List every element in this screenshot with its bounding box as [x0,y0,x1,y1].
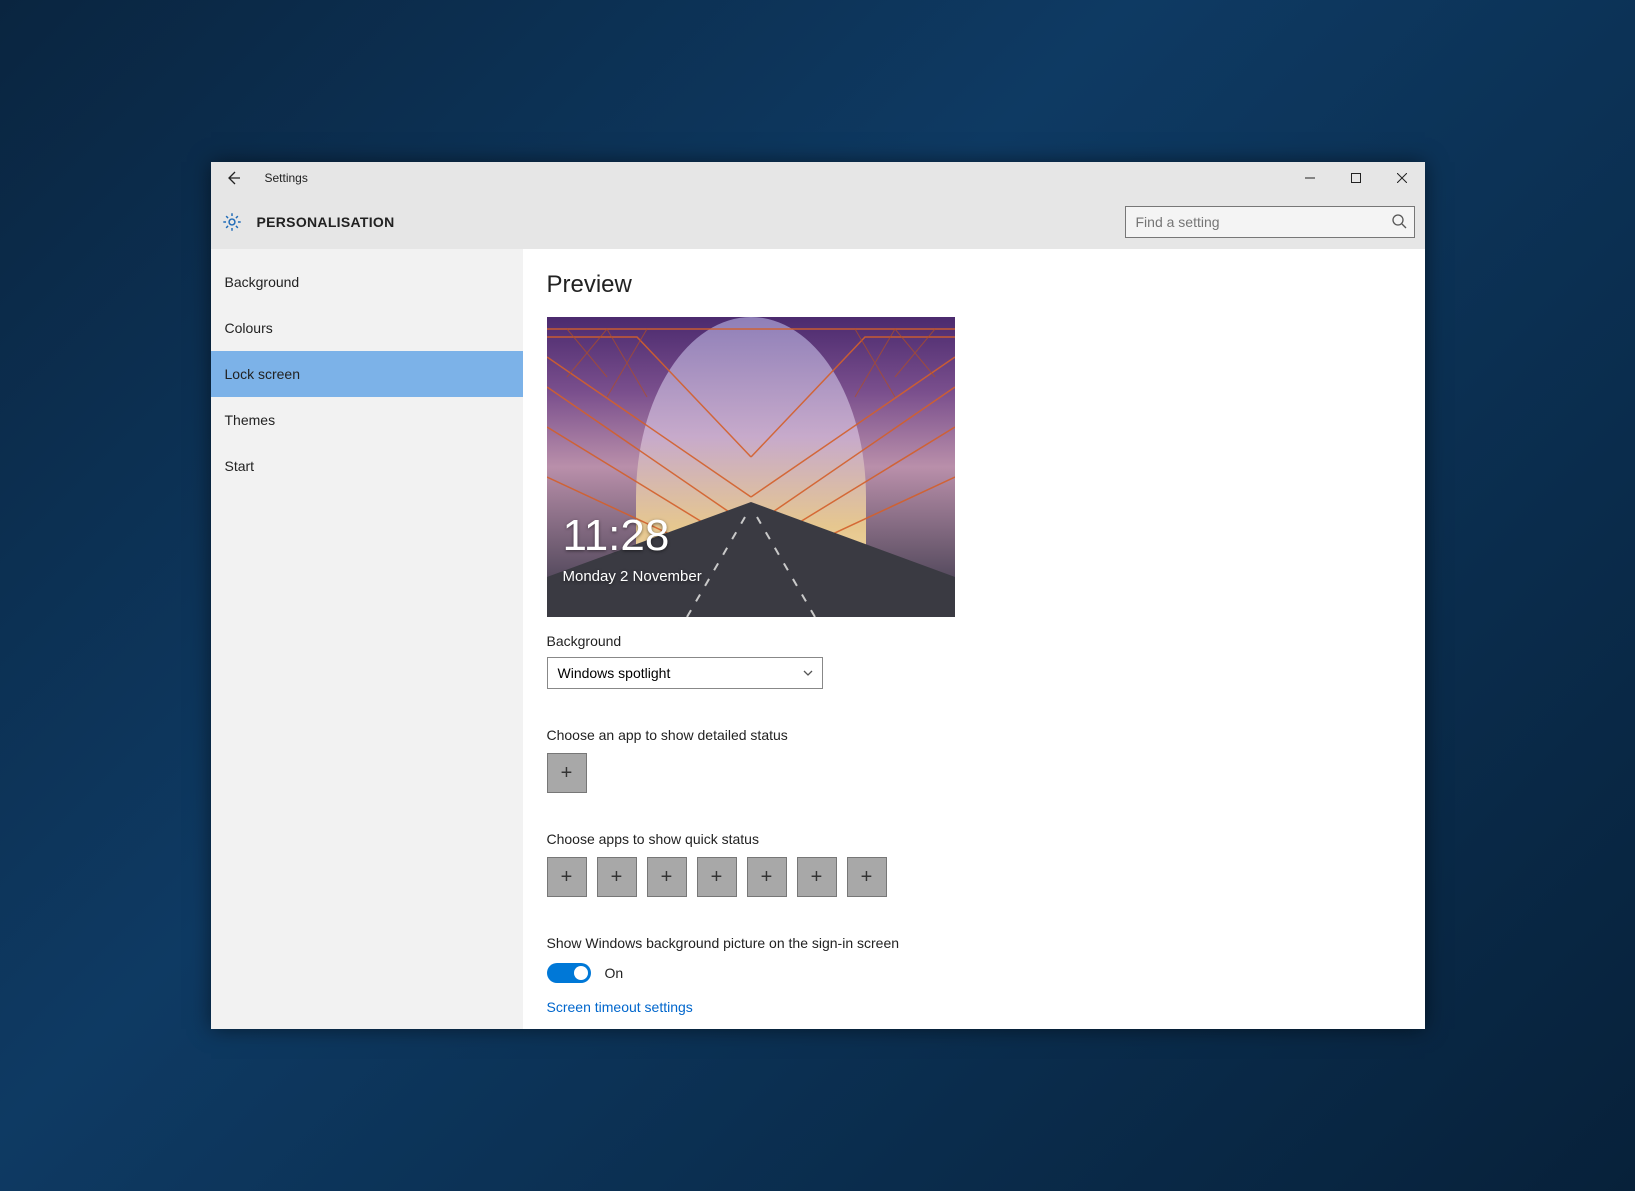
window-controls [1287,162,1425,194]
sidebar-item-themes[interactable]: Themes [211,397,523,443]
add-quick-status-app-button[interactable]: + [847,857,887,897]
sidebar: Background Colours Lock screen Themes St… [211,249,523,1029]
search-input[interactable] [1125,206,1415,238]
maximize-icon [1351,173,1361,183]
content: Preview [523,249,1425,1029]
sidebar-item-label: Background [225,274,300,290]
background-label: Background [547,633,1401,649]
plus-icon: + [861,866,873,889]
sidebar-item-label: Start [225,458,255,474]
add-quick-status-app-button[interactable]: + [747,857,787,897]
add-detailed-status-app-button[interactable]: + [547,753,587,793]
plus-icon: + [811,866,823,889]
minimize-icon [1305,173,1315,183]
add-quick-status-app-button[interactable]: + [597,857,637,897]
titlebar: Settings [211,162,1425,194]
header: PERSONALISATION [211,194,1425,249]
screen-timeout-link[interactable]: Screen timeout settings [547,999,1401,1015]
body: Background Colours Lock screen Themes St… [211,249,1425,1029]
preview-heading: Preview [547,271,1401,299]
quick-status-label: Choose apps to show quick status [547,831,1401,847]
background-dropdown[interactable]: Windows spotlight [547,657,823,689]
plus-icon: + [561,866,573,889]
add-quick-status-app-button[interactable]: + [647,857,687,897]
chevron-down-icon [802,667,814,679]
sidebar-item-label: Lock screen [225,366,300,382]
minimize-button[interactable] [1287,162,1333,194]
plus-icon: + [561,762,573,785]
signin-picture-toggle-state: On [605,965,624,981]
background-dropdown-value: Windows spotlight [558,665,671,681]
sidebar-item-lock-screen[interactable]: Lock screen [211,351,523,397]
search-wrap [1125,206,1415,238]
maximize-button[interactable] [1333,162,1379,194]
search-icon [1391,213,1407,229]
arrow-left-icon [225,170,241,186]
signin-picture-toggle-row: On [547,963,1401,983]
sidebar-item-colours[interactable]: Colours [211,305,523,351]
back-button[interactable] [219,164,247,192]
detailed-status-row: + [547,753,1401,793]
sidebar-item-start[interactable]: Start [211,443,523,489]
titlebar-left: Settings [219,164,308,192]
add-quick-status-app-button[interactable]: + [697,857,737,897]
add-quick-status-app-button[interactable]: + [547,857,587,897]
plus-icon: + [611,866,623,889]
header-left: PERSONALISATION [221,211,395,233]
close-icon [1397,173,1407,183]
preview-date: Monday 2 November [563,568,702,585]
signin-picture-toggle[interactable] [547,963,591,983]
add-quick-status-app-button[interactable]: + [797,857,837,897]
window-title: Settings [265,171,308,185]
sidebar-item-background[interactable]: Background [211,259,523,305]
signin-picture-label: Show Windows background picture on the s… [547,935,1401,951]
sidebar-item-label: Colours [225,320,273,336]
page-title: PERSONALISATION [257,214,395,230]
plus-icon: + [661,866,673,889]
detailed-status-label: Choose an app to show detailed status [547,727,1401,743]
gear-icon [221,211,243,233]
plus-icon: + [761,866,773,889]
quick-status-row: + + + + + + + [547,857,1401,897]
lock-screen-preview: 11:28 Monday 2 November [547,317,955,617]
plus-icon: + [711,866,723,889]
settings-window: Settings PERSONALISATION [211,162,1425,1029]
sidebar-item-label: Themes [225,412,276,428]
toggle-knob [574,966,588,980]
preview-time: 11:28 [563,511,670,561]
close-button[interactable] [1379,162,1425,194]
